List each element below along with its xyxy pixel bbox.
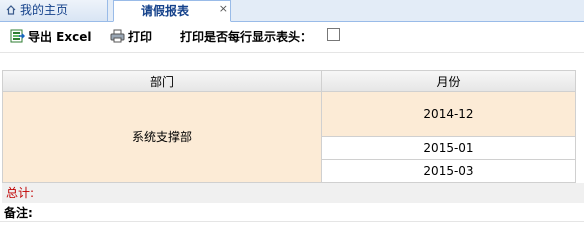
excel-icon [10,29,25,43]
month-cell: 2015-03 [322,160,576,183]
printer-icon [110,29,125,43]
tab-home[interactable]: 我的主页 [0,0,108,21]
print-header-checkbox[interactable] [327,28,340,41]
column-header-month: 月份 [322,70,576,92]
remark-row: 备注: [0,204,584,222]
export-excel-label: 导出 Excel [28,30,92,44]
print-label: 打印 [128,30,153,44]
tab-bar: 我的主页 请假报表 × [0,0,584,22]
total-row: 总计: [2,183,584,203]
toolbar: 导出 Excel 打印 打印是否每行显示表头： [0,22,584,53]
home-icon [6,5,16,15]
column-header-department: 部门 [2,70,322,92]
close-icon[interactable]: × [219,0,228,19]
print-button[interactable]: 打印 [110,28,152,46]
print-header-option-label: 打印是否每行显示表头： [180,30,313,44]
month-cell: 2014-12 [322,92,576,137]
department-cell: 系统支撑部 [2,92,322,183]
tab-home-label: 我的主页 [20,3,69,17]
report-table: 部门 月份 系统支撑部 2014-12 2015-01 2015-03 [2,70,584,183]
export-excel-button[interactable]: 导出 Excel [10,28,91,46]
month-cell: 2015-01 [322,137,576,160]
tab-leave-report[interactable]: 请假报表 × [113,0,231,22]
tab-leave-report-label: 请假报表 [140,4,189,18]
